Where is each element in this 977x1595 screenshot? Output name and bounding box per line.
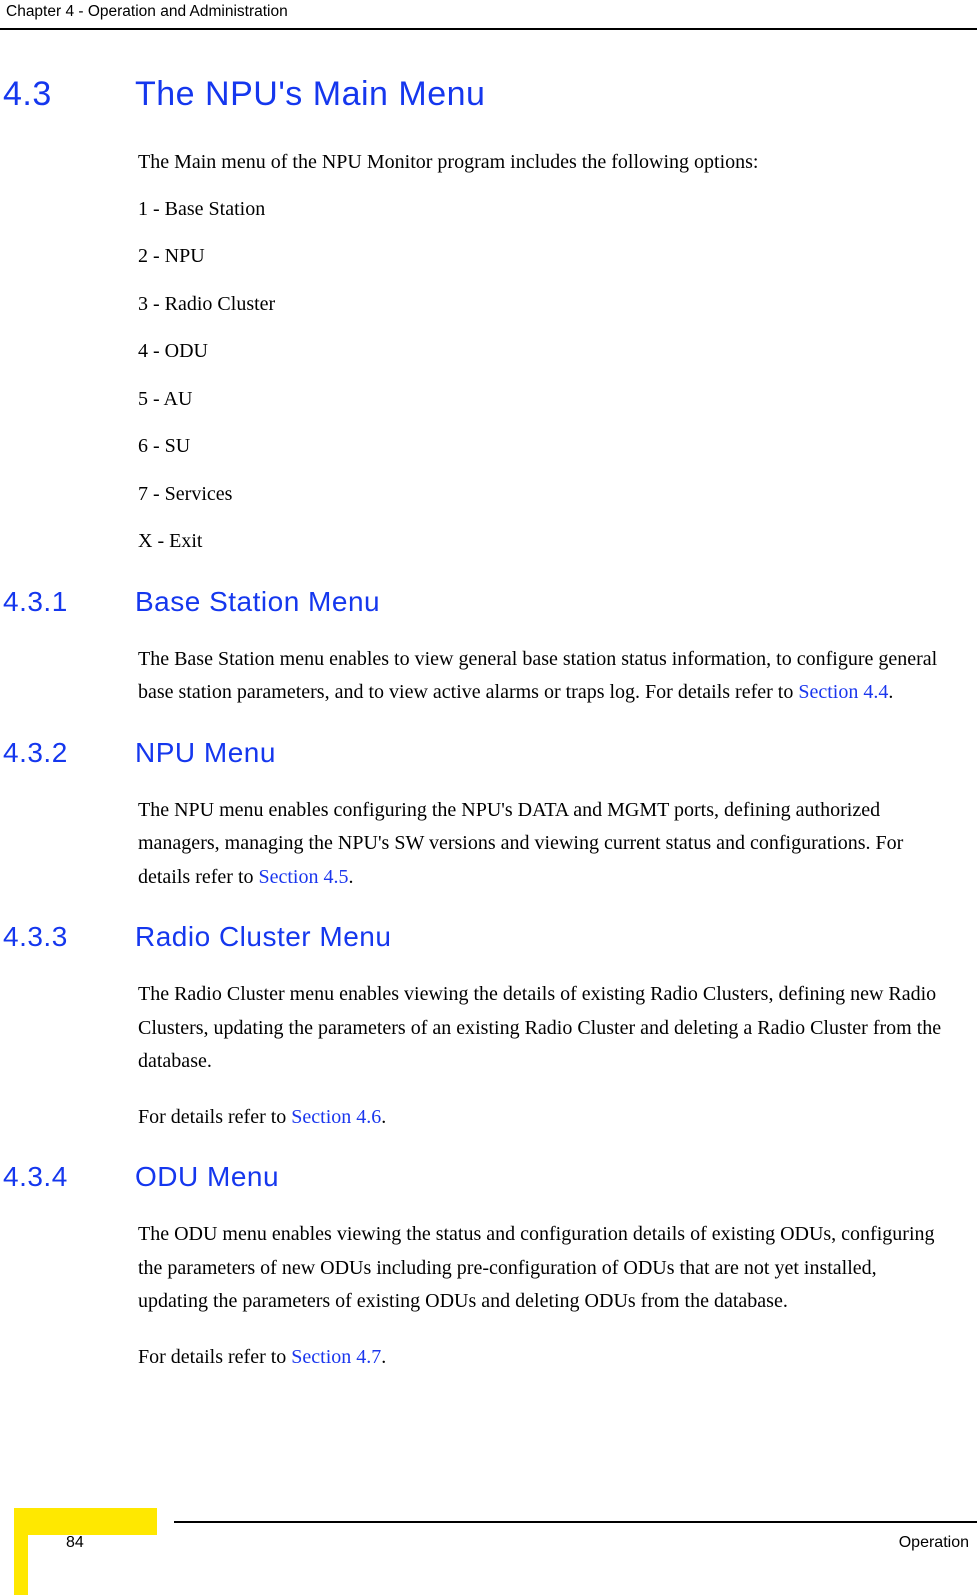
- menu-item-7: 7 - Services: [138, 482, 233, 505]
- corner-marker-vertical-bar: [14, 1508, 28, 1595]
- page-content: 4.3 The NPU's Main Menu The Main menu of…: [0, 58, 977, 1374]
- menu-item-5: 5 - AU: [138, 387, 193, 410]
- heading-4-3-4-title: ODU Menu: [135, 1161, 280, 1192]
- corner-marker-horizontal-bar: [14, 1508, 157, 1535]
- paragraph-4-3-4-ref-tail: .: [381, 1345, 387, 1368]
- paragraph-4-3-3-ref-tail: .: [381, 1105, 387, 1128]
- paragraph-4-3-2-tail: .: [348, 865, 354, 888]
- document-page: Chapter 4 - Operation and Administration…: [0, 0, 977, 1595]
- running-header: Chapter 4 - Operation and Administration: [6, 3, 288, 20]
- paragraph-4-3-3-ref: For details refer to Section 4.6.: [0, 1101, 977, 1135]
- menu-item-2: 2 - NPU: [138, 245, 205, 267]
- paragraph-4-3-4-ref: For details refer to Section 4.7.: [0, 1341, 977, 1375]
- paragraph-4-3-3-ref-lead: For details refer to: [138, 1105, 292, 1128]
- heading-4-3-1: 4.3.1 Base Station Menu: [0, 583, 977, 621]
- paragraph-4-3-1: The Base Station menu enables to view ge…: [0, 643, 977, 710]
- heading-4-3-title: The NPU's Main Menu: [135, 75, 486, 113]
- page-number: 84: [66, 1534, 84, 1551]
- menu-item-3: 3 - Radio Cluster: [138, 292, 276, 315]
- menu-item-6: 6 - SU: [138, 435, 191, 457]
- paragraph-4-3-4-ref-lead: For details refer to: [138, 1345, 292, 1368]
- heading-4-3-1-number: 4.3.1: [3, 585, 68, 617]
- paragraph-4-3-4: The ODU menu enables viewing the status …: [138, 1223, 935, 1312]
- heading-4-3-2-number: 4.3.2: [3, 736, 68, 768]
- heading-4-3: 4.3 The NPU's Main Menu: [0, 72, 977, 116]
- xref-section-4-5[interactable]: Section 4.5: [259, 866, 349, 888]
- heading-4-3-4-number: 4.3.4: [3, 1161, 68, 1192]
- heading-4-3-4: 4.3.4 ODU Menu: [0, 1158, 977, 1196]
- paragraph-4-3-1-tail: .: [888, 681, 894, 703]
- heading-4-3-3-title: Radio Cluster Menu: [135, 921, 392, 952]
- heading-4-3-2-title: NPU Menu: [135, 736, 276, 768]
- menu-item-1: 1 - Base Station: [138, 197, 266, 220]
- heading-4-3-3-number: 4.3.3: [3, 921, 68, 952]
- footer-rule: [174, 1521, 977, 1523]
- paragraph-4-3-2: The NPU menu enables configuring the NPU…: [0, 794, 977, 895]
- menu-item-4: 4 - ODU: [138, 340, 208, 362]
- footer-section-label: Operation: [898, 1534, 969, 1551]
- paragraph-4-3-2-text: The NPU menu enables configuring the NPU…: [138, 798, 904, 888]
- xref-section-4-4[interactable]: Section 4.4: [798, 681, 888, 703]
- heading-4-3-1-title: Base Station Menu: [135, 585, 381, 617]
- heading-4-3-2: 4.3.2 NPU Menu: [0, 734, 977, 772]
- menu-item-x: X - Exit: [138, 530, 203, 552]
- header-rule: [0, 28, 977, 30]
- xref-section-4-7[interactable]: Section 4.7: [291, 1346, 381, 1368]
- xref-section-4-6[interactable]: Section 4.6: [291, 1106, 381, 1128]
- paragraph-4-3-3: The Radio Cluster menu enables viewing t…: [138, 983, 942, 1072]
- intro-paragraph: The Main menu of the NPU Monitor program…: [138, 151, 759, 173]
- heading-4-3-number: 4.3: [3, 75, 52, 113]
- heading-4-3-3: 4.3.3 Radio Cluster Menu: [0, 918, 977, 956]
